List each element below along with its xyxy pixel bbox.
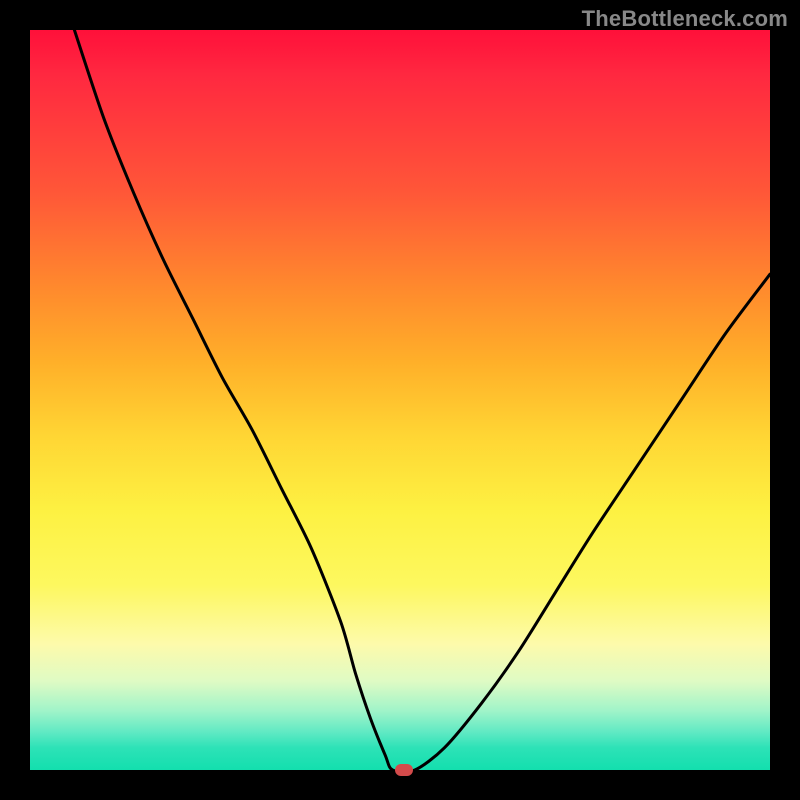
bottleneck-curve-path [74,30,770,772]
watermark-text: TheBottleneck.com [582,6,788,32]
optimal-point-marker [395,764,413,776]
chart-frame: TheBottleneck.com [0,0,800,800]
plot-area [30,30,770,770]
curve-svg [30,30,770,770]
